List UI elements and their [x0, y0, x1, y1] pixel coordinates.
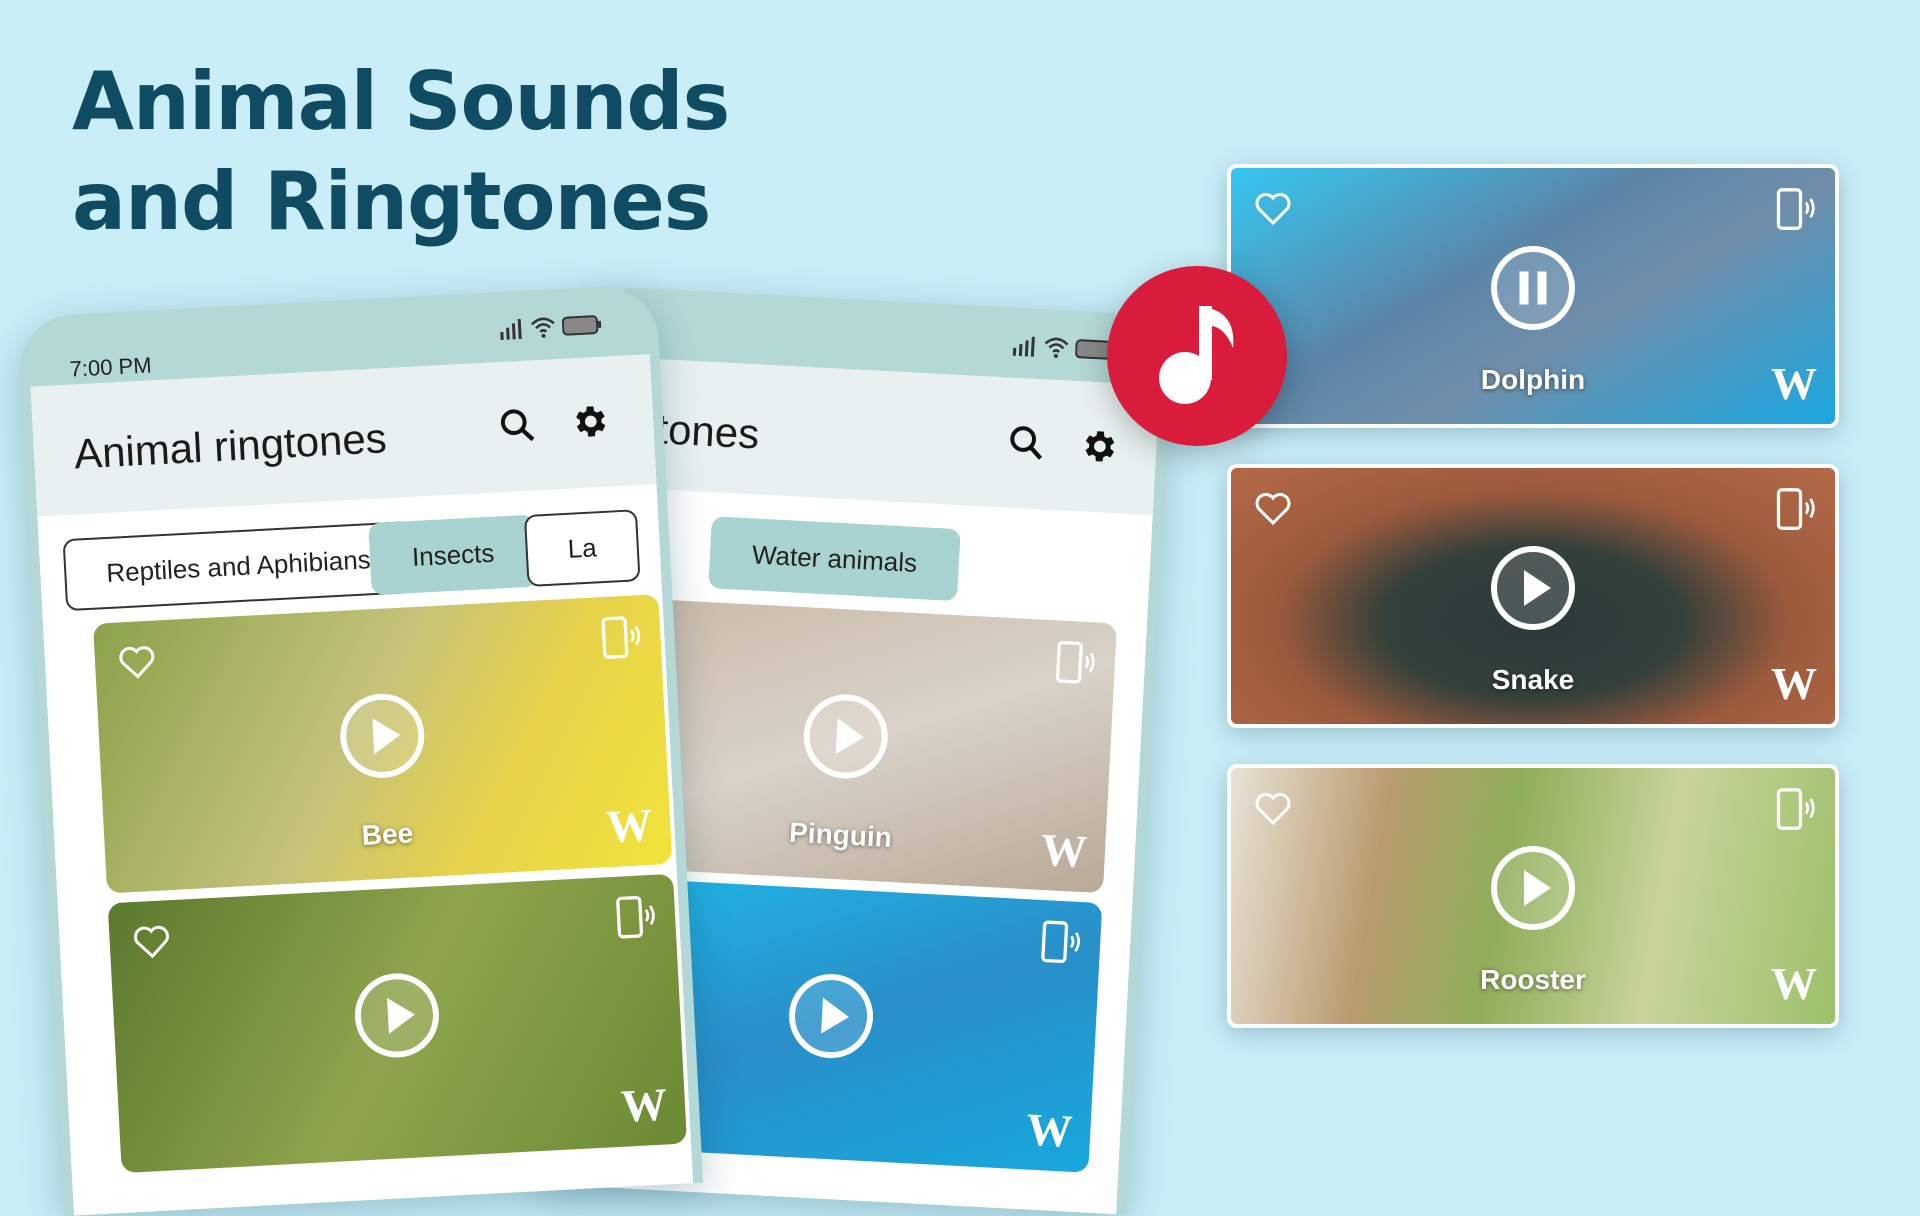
- search-icon[interactable]: [496, 404, 538, 446]
- play-button[interactable]: [1491, 546, 1575, 630]
- wikipedia-icon[interactable]: W: [1025, 1103, 1074, 1158]
- wikipedia-icon[interactable]: W: [620, 1077, 669, 1132]
- ringtone-card[interactable]: Bee W: [93, 594, 673, 894]
- play-button[interactable]: [338, 691, 427, 780]
- featured-card-snake[interactable]: Snake W: [1227, 464, 1839, 728]
- chip-2[interactable]: La: [523, 509, 641, 587]
- animal-name: [120, 1115, 685, 1145]
- status-time: 7:00 PM: [69, 352, 153, 382]
- pause-button[interactable]: [1491, 246, 1575, 330]
- wikipedia-icon[interactable]: W: [1771, 657, 1817, 710]
- phone-ringtone-icon[interactable]: [597, 613, 643, 663]
- phone-front-screen: Animal ringtones Reptiles and Aphibians I…: [30, 354, 694, 1216]
- app-title: Animal ringtones: [72, 414, 388, 478]
- heart-icon[interactable]: [1253, 788, 1293, 828]
- chip-1[interactable]: Insects: [368, 514, 539, 596]
- music-note-icon: [1159, 306, 1234, 404]
- heart-icon[interactable]: [116, 641, 158, 683]
- animal-name: Dolphin: [1480, 364, 1586, 395]
- heart-icon[interactable]: [1253, 488, 1293, 528]
- wifi-icon: [1044, 337, 1069, 358]
- wikipedia-icon[interactable]: W: [1771, 957, 1817, 1010]
- animal-name: Bee: [360, 817, 414, 852]
- phone-ringtone-icon[interactable]: [612, 893, 658, 943]
- music-badge: [1107, 266, 1287, 446]
- play-button[interactable]: [801, 692, 890, 781]
- ringtone-card[interactable]: W: [107, 873, 688, 1174]
- status-icons: [498, 313, 603, 341]
- wifi-icon: [531, 317, 555, 338]
- wikipedia-icon[interactable]: W: [1040, 823, 1089, 878]
- play-button[interactable]: [1491, 846, 1575, 930]
- headline: Animal Sounds and Ringtones: [72, 52, 730, 252]
- chip-1[interactable]: Water animals: [708, 516, 961, 602]
- animal-name: Rooster: [1480, 964, 1586, 995]
- search-icon[interactable]: [1005, 422, 1047, 464]
- featured-card-rooster[interactable]: Rooster W: [1227, 764, 1839, 1028]
- phone-ringtone-icon[interactable]: [1037, 918, 1083, 968]
- phone-front: 7:00 PM Animal ringtones Reptiles and Ap…: [16, 283, 704, 1216]
- play-button[interactable]: [786, 971, 876, 1061]
- heart-icon[interactable]: [1253, 188, 1293, 228]
- wikipedia-icon[interactable]: W: [1771, 357, 1817, 410]
- battery-icon: [561, 315, 602, 336]
- chip-0[interactable]: Reptiles and Aphibians: [62, 521, 415, 612]
- status-icons: [1011, 334, 1116, 361]
- phone-ringtone-icon[interactable]: [1773, 186, 1817, 234]
- signal-icon: [1012, 336, 1035, 357]
- signal-icon: [500, 319, 522, 341]
- featured-card-dolphin[interactable]: Dolphin W: [1227, 164, 1839, 428]
- gear-icon[interactable]: [568, 401, 610, 443]
- heart-icon[interactable]: [131, 920, 173, 962]
- headline-line-2: and Ringtones: [72, 155, 711, 248]
- headline-line-1: Animal Sounds: [72, 55, 730, 148]
- wikipedia-icon[interactable]: W: [605, 798, 654, 853]
- phone-ringtone-icon[interactable]: [1773, 486, 1817, 534]
- play-button[interactable]: [352, 971, 442, 1060]
- phone-ringtone-icon[interactable]: [1773, 786, 1817, 834]
- phone-ringtone-icon[interactable]: [1052, 638, 1098, 688]
- animal-name: Snake: [1491, 664, 1575, 695]
